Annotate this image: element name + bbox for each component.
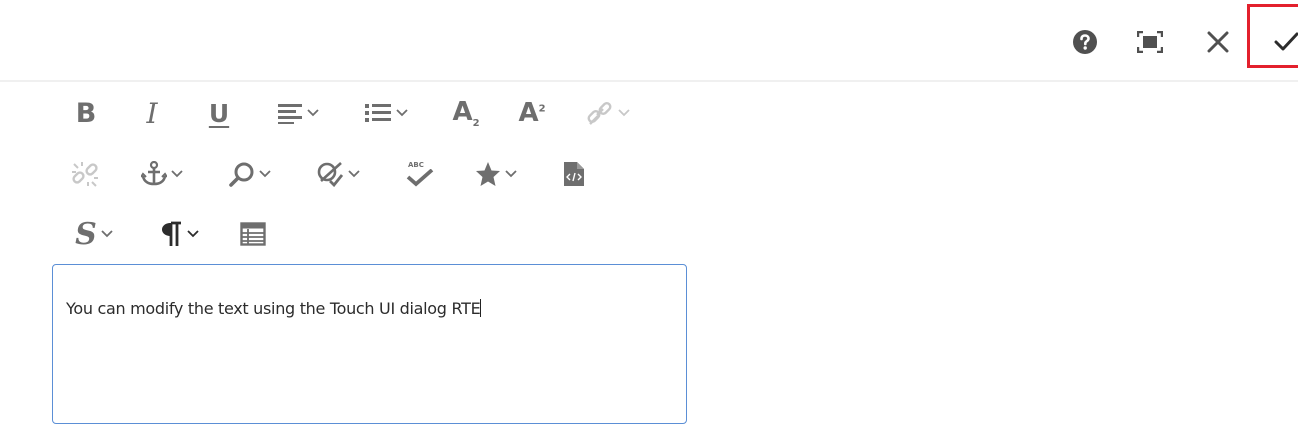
justify-dropdown[interactable] bbox=[270, 93, 326, 133]
unlink-icon bbox=[72, 162, 98, 187]
chevron-down-icon bbox=[618, 109, 630, 117]
bold-button[interactable]: B bbox=[66, 93, 106, 133]
chevron-down-icon bbox=[101, 230, 113, 238]
underline-button[interactable]: U bbox=[199, 93, 239, 133]
bulleted-list-icon bbox=[365, 104, 391, 122]
underline-icon: U bbox=[208, 98, 230, 128]
special-characters-dropdown[interactable] bbox=[468, 154, 524, 194]
fullscreen-button[interactable] bbox=[1130, 22, 1170, 62]
rich-text-editor[interactable]: You can modify the text using the Touch … bbox=[52, 264, 687, 424]
subscript-label: A bbox=[452, 96, 473, 127]
superscript-label: A bbox=[518, 98, 539, 128]
superscript-icon: A2 bbox=[518, 98, 546, 128]
align-left-icon bbox=[278, 104, 302, 124]
subscript-icon: A2 bbox=[452, 96, 480, 130]
pilcrow-icon bbox=[162, 221, 181, 246]
chevron-down-icon bbox=[396, 109, 408, 117]
code-file-icon bbox=[564, 162, 584, 186]
spellcheck-button[interactable]: ABC bbox=[400, 154, 440, 194]
table-icon bbox=[240, 222, 266, 246]
chevron-down-icon bbox=[348, 170, 360, 178]
italic-icon: I bbox=[146, 96, 158, 130]
search-icon bbox=[229, 162, 254, 187]
spellcheck-abc-label: ABC bbox=[408, 161, 424, 169]
paragraph-format-dropdown[interactable] bbox=[152, 214, 208, 254]
source-edit-button[interactable] bbox=[554, 154, 594, 194]
text-caret bbox=[480, 299, 482, 317]
lists-dropdown[interactable] bbox=[358, 93, 414, 133]
table-button[interactable] bbox=[233, 214, 273, 254]
checkmark-icon bbox=[1274, 32, 1298, 51]
superscript-button[interactable]: A2 bbox=[512, 93, 552, 133]
chevron-down-icon bbox=[259, 170, 271, 178]
confirm-button[interactable] bbox=[1266, 22, 1298, 62]
unlink-button[interactable] bbox=[65, 154, 105, 194]
chevron-down-icon bbox=[307, 109, 319, 117]
help-button[interactable] bbox=[1065, 22, 1105, 62]
link-icon bbox=[587, 102, 612, 125]
bold-icon: B bbox=[75, 97, 97, 129]
dialog-header bbox=[0, 0, 1298, 82]
editor-content[interactable]: You can modify the text using the Touch … bbox=[66, 299, 482, 318]
chevron-down-icon bbox=[187, 230, 199, 238]
cancel-button[interactable] bbox=[1198, 22, 1238, 62]
close-icon bbox=[1207, 31, 1229, 53]
subscript-button[interactable]: A2 bbox=[446, 93, 486, 133]
editor-text: You can modify the text using the Touch … bbox=[66, 299, 481, 318]
anchor-dropdown[interactable] bbox=[134, 154, 190, 194]
spellcheck-edit-dropdown[interactable] bbox=[310, 154, 366, 194]
fullscreen-icon bbox=[1137, 31, 1163, 53]
find-replace-dropdown[interactable] bbox=[222, 154, 278, 194]
styles-dropdown[interactable]: S bbox=[66, 214, 122, 254]
help-icon bbox=[1073, 30, 1097, 54]
edit-check-icon bbox=[317, 162, 344, 187]
link-dropdown[interactable] bbox=[580, 93, 636, 133]
styles-icon: S bbox=[75, 216, 97, 252]
spellcheck-icon: ABC bbox=[404, 161, 436, 187]
chevron-down-icon bbox=[505, 170, 517, 178]
italic-button[interactable]: I bbox=[132, 93, 172, 133]
anchor-icon bbox=[141, 161, 167, 186]
star-icon bbox=[476, 162, 500, 186]
chevron-down-icon bbox=[171, 170, 183, 178]
